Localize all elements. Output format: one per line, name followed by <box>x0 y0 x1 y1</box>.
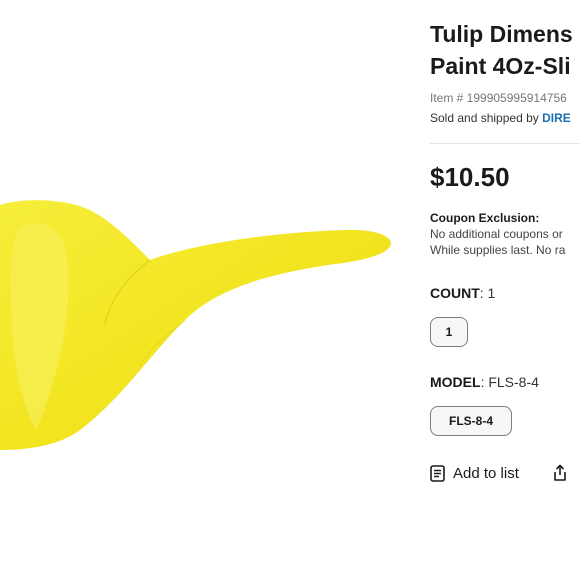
price: $10.50 <box>430 162 510 192</box>
product-info-panel: Tulip Dimens Paint 4Oz-Sli Item # 199905… <box>430 0 580 580</box>
coupon-line-2: While supplies last. No ra <box>430 243 566 257</box>
coupon-heading: Coupon Exclusion: <box>430 211 540 225</box>
product-title-line-1: Tulip Dimens <box>430 21 573 47</box>
sold-by: Sold and shipped by DIRE <box>430 111 571 125</box>
coupon-exclusion: Coupon Exclusion: No additional coupons … <box>430 210 565 258</box>
divider <box>430 143 580 144</box>
add-to-list-button[interactable]: Add to list <box>430 465 519 482</box>
product-actions: Add to list <box>430 462 568 484</box>
sold-by-label: Sold and shipped by <box>430 111 543 125</box>
coupon-line-1: No additional coupons or <box>430 227 563 241</box>
count-label: COUNT <box>430 285 480 301</box>
count-option-chip[interactable]: 1 <box>430 317 468 347</box>
product-title: Tulip Dimens Paint 4Oz-Sli <box>430 18 580 82</box>
model-option-chip[interactable]: FLS-8-4 <box>430 406 512 436</box>
seller-link[interactable]: DIRE <box>542 111 571 125</box>
model-label: MODEL <box>430 374 481 390</box>
product-image <box>0 150 400 470</box>
model-option-label: MODEL: FLS-8-4 <box>430 374 539 390</box>
add-to-list-label: Add to list <box>453 464 519 482</box>
paint-drop-image <box>0 200 392 450</box>
share-button[interactable] <box>552 464 568 482</box>
list-icon <box>430 464 445 482</box>
count-value: : 1 <box>479 285 496 301</box>
count-option-label: COUNT: 1 <box>430 285 495 301</box>
model-value: : FLS-8-4 <box>480 374 539 390</box>
product-title-line-2: Paint 4Oz-Sli <box>430 53 571 79</box>
item-number: Item # 199905995914756 <box>430 91 567 105</box>
share-icon <box>552 464 568 482</box>
